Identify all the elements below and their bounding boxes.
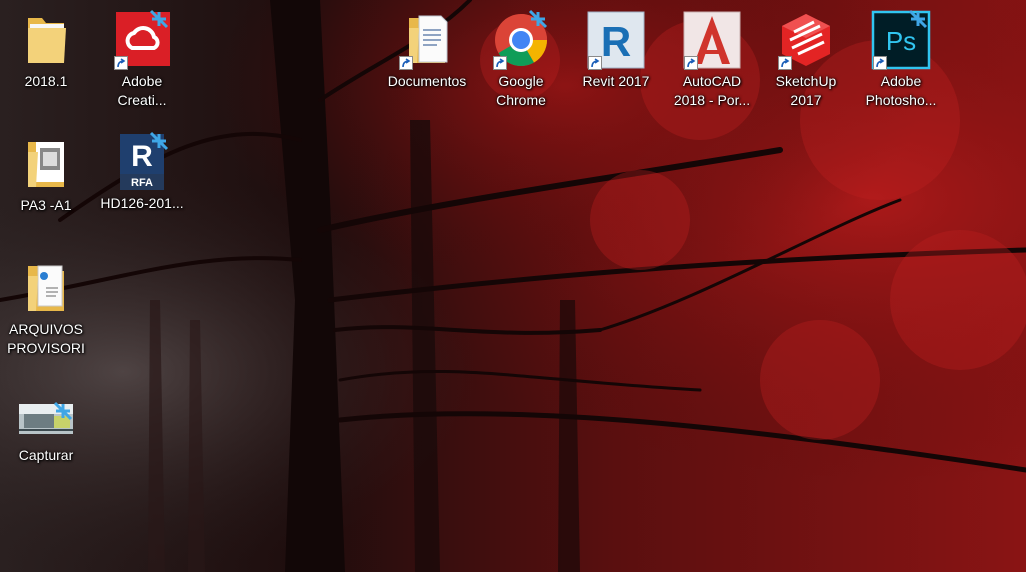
sync-overlay-icon: [148, 8, 170, 30]
icon-label: Documentos: [387, 73, 467, 89]
icon-label: ARQUIVOS PROVISORI: [7, 321, 85, 356]
shortcut-arrow-icon: [493, 56, 507, 70]
desktop-icon-autocad-2018[interactable]: AutoCAD 2018 - Por...: [666, 6, 758, 122]
desktop-icon-adobe-photoshop[interactable]: Ps Adobe Photosho...: [855, 6, 947, 122]
folder-icon: [28, 18, 66, 63]
icon-label: PA3 -A1: [20, 197, 72, 213]
desktop-icon-adobe-creative-cloud[interactable]: Adobe Creati...: [96, 6, 188, 122]
photoshop-letters: Ps: [886, 26, 916, 56]
desktop-icon-capturar[interactable]: Capturar: [0, 380, 92, 496]
sync-overlay-icon: [527, 8, 549, 30]
shortcut-arrow-icon: [684, 56, 698, 70]
desktop-icon-revit-2017[interactable]: R Revit 2017: [570, 6, 662, 122]
desktop-icon-sketchup-2017[interactable]: SketchUp 2017: [760, 6, 852, 122]
icon-label: Google Chrome: [496, 73, 546, 108]
sync-overlay-icon: [148, 130, 170, 152]
desktop-icon-documentos[interactable]: Documentos: [381, 6, 473, 122]
folder-pdf-icon: [28, 265, 64, 311]
icon-label: Revit 2017: [582, 73, 650, 89]
shortcut-arrow-icon: [873, 56, 887, 70]
shortcut-arrow-icon: [778, 56, 792, 70]
icon-label: SketchUp 2017: [775, 73, 837, 108]
icon-label: AutoCAD 2018 - Por...: [673, 73, 751, 108]
icon-label: Adobe Creati...: [117, 73, 167, 108]
icon-label: Adobe Photosho...: [865, 73, 937, 108]
desktop-icon-hd126[interactable]: R RFA HD126-201...: [96, 128, 188, 244]
shortcut-arrow-icon: [114, 56, 128, 70]
desktop-icon-pa3-a1[interactable]: PA3 -A1: [0, 130, 92, 246]
icon-label: 2018.1: [24, 73, 68, 89]
icon-label: Capturar: [18, 447, 74, 463]
rfa-badge: RFA: [131, 177, 153, 189]
sync-overlay-icon: [52, 400, 74, 422]
shortcut-arrow-icon: [588, 56, 602, 70]
folder-drawing-icon: [28, 142, 64, 187]
sync-overlay-icon: [907, 8, 929, 30]
icon-label: HD126-201...: [100, 195, 184, 211]
shortcut-arrow-icon: [399, 56, 413, 70]
desktop-icon-google-chrome[interactable]: Google Chrome: [475, 6, 567, 122]
desktop-icon-arquivos-provisori[interactable]: ARQUIVOS PROVISORI: [0, 254, 92, 370]
svg-text:R: R: [601, 18, 631, 65]
desktop-icon-2018-1[interactable]: 2018.1: [0, 6, 92, 122]
